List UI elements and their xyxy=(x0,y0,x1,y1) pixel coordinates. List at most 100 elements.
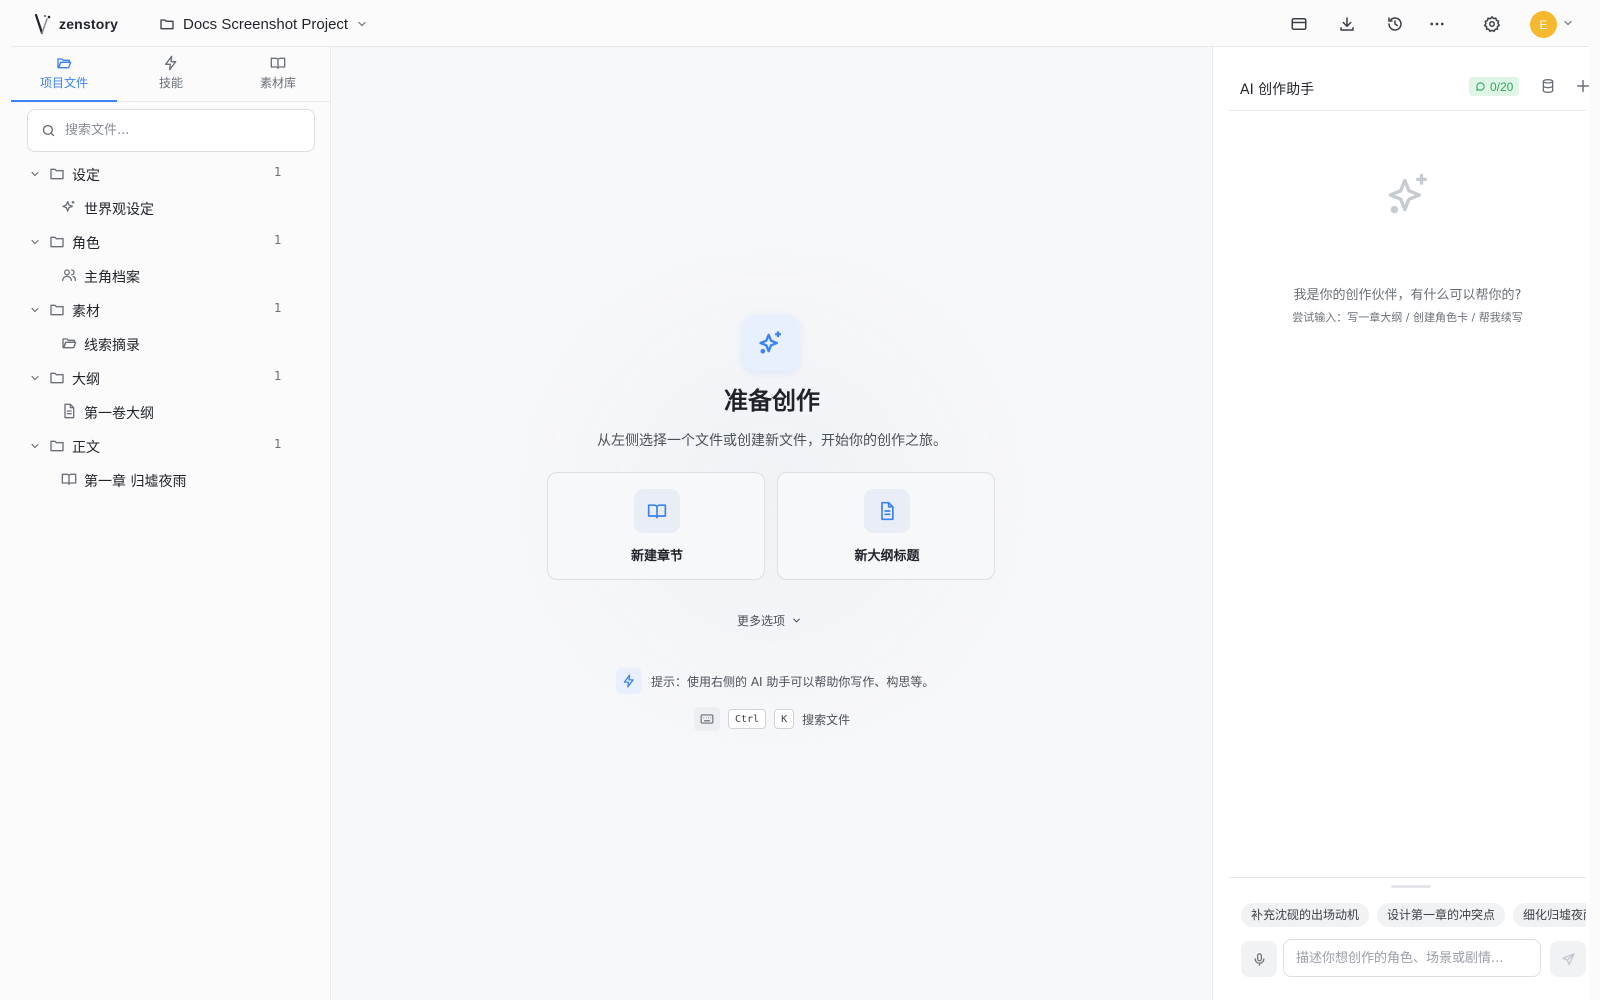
folder-row-outline[interactable]: 大纲 1 xyxy=(11,361,331,395)
empty-state-hint: 尝试输入：写一章大纲 / 创建角色卡 / 帮我续写 xyxy=(1292,311,1523,324)
folder-label: 设定 xyxy=(72,168,100,184)
microphone-button[interactable] xyxy=(1241,941,1277,977)
usage-badge: 0/20 xyxy=(1469,77,1520,96)
main-welcome-area: 准备创作 从左侧选择一个文件或创建新文件，开始你的创作之旅。 新建章节 新大纲标… xyxy=(332,47,1212,1000)
chevron-down-icon xyxy=(31,239,39,245)
folder-row-main-text[interactable]: 正文 1 xyxy=(11,429,331,463)
card-label: 新大纲标题 xyxy=(854,549,920,564)
kbd-ctrl: Ctrl xyxy=(728,709,767,729)
folder-icon xyxy=(159,16,175,32)
shortcut-label: 搜索文件 xyxy=(802,712,851,727)
assistant-title: AI 创作助手 xyxy=(1240,82,1315,98)
file-row-worldview[interactable]: 世界观设定 xyxy=(11,191,331,225)
logo[interactable]: zenstory xyxy=(33,13,118,35)
new-outline-title-button[interactable]: 新大纲标题 xyxy=(777,472,995,580)
suggestion-chips: 补充沈砚的出场动机设计第一章的冲突点细化归墟夜雨 xyxy=(1241,903,1586,927)
more-options-label: 更多选项 xyxy=(737,614,786,628)
download-icon xyxy=(1340,17,1354,31)
logo-mark-icon xyxy=(33,13,53,35)
history-icon xyxy=(1388,17,1402,31)
file-label: 主角档案 xyxy=(84,270,140,286)
new-chapter-button[interactable]: 新建章节 xyxy=(547,472,765,580)
folder-open-icon xyxy=(62,338,77,349)
file-label: 世界观设定 xyxy=(84,202,154,218)
project-name: Docs Screenshot Project xyxy=(183,15,349,33)
folder-label: 大纲 xyxy=(72,372,100,388)
layout-button[interactable] xyxy=(1287,12,1311,36)
users-icon xyxy=(62,269,76,281)
folder-label: 角色 xyxy=(72,236,100,252)
folder-row-materials[interactable]: 素材 1 xyxy=(11,293,331,327)
app-window: zenstory Docs Screenshot Project E 项目文件 … xyxy=(0,0,1600,1000)
card-label: 新建章节 xyxy=(630,549,683,564)
folder-icon xyxy=(50,168,64,180)
settings-button[interactable] xyxy=(1480,12,1504,36)
microphone-icon xyxy=(1254,952,1264,966)
suggestion-chip[interactable]: 设计第一章的冲突点 xyxy=(1377,903,1506,927)
new-chat-plus-icon[interactable] xyxy=(1575,78,1591,94)
tab-project-files[interactable]: 项目文件 xyxy=(11,55,117,102)
more-options-toggle[interactable]: 更多选项 xyxy=(737,612,802,629)
lightning-icon xyxy=(165,55,177,71)
history-button[interactable] xyxy=(1383,12,1407,36)
page-title: 准备创作 xyxy=(724,386,820,415)
folder-count: 1 xyxy=(274,437,282,451)
tab-material-library[interactable]: 素材库 xyxy=(225,55,331,101)
lightning-icon xyxy=(616,668,642,694)
file-label: 第一章 归墟夜雨 xyxy=(84,474,187,490)
file-label: 第一卷大纲 xyxy=(84,406,154,422)
chevron-down-icon xyxy=(793,618,800,623)
empty-sparkles-icon xyxy=(1384,170,1434,220)
chevron-down-icon xyxy=(356,18,368,30)
top-bar: zenstory Docs Screenshot Project xyxy=(11,0,1589,47)
folder-icon xyxy=(50,372,64,384)
keyboard-icon xyxy=(694,707,720,731)
file-row-volume-one-outline[interactable]: 第一卷大纲 xyxy=(11,395,331,429)
file-search[interactable] xyxy=(27,109,315,152)
chat-bubble-icon xyxy=(1476,82,1485,91)
chevron-down-icon xyxy=(31,375,39,381)
document-icon xyxy=(864,489,910,533)
folder-icon xyxy=(50,236,64,248)
folder-open-icon xyxy=(57,58,72,69)
folder-row-settings[interactable]: 设定 1 xyxy=(11,157,331,191)
send-button[interactable] xyxy=(1550,941,1586,977)
layout-icon xyxy=(1291,18,1307,30)
sidebar-tabs: 项目文件 技能 素材库 xyxy=(11,47,331,102)
folder-count: 1 xyxy=(274,369,282,383)
project-selector[interactable]: Docs Screenshot Project xyxy=(159,12,368,36)
suggestion-chip[interactable]: 细化归墟夜雨 xyxy=(1513,903,1586,927)
database-icon[interactable] xyxy=(1540,78,1556,94)
shortcut-hint: Ctrl K 搜索文件 xyxy=(694,707,850,731)
tip-text: 提示：使用右侧的 AI 助手可以帮助你写作、构思等。 xyxy=(651,674,935,689)
tab-label: 项目文件 xyxy=(39,76,88,90)
avatar[interactable]: E xyxy=(1530,11,1557,38)
chevron-down-icon xyxy=(31,443,39,449)
document-icon xyxy=(64,403,75,419)
kbd-k: K xyxy=(774,709,795,729)
chevron-down-icon xyxy=(31,307,39,313)
file-row-protagonist[interactable]: 主角档案 xyxy=(11,259,331,293)
search-input[interactable] xyxy=(65,123,285,138)
logo-text: zenstory xyxy=(59,16,119,32)
resize-handle[interactable] xyxy=(1391,885,1431,888)
book-icon xyxy=(634,489,680,533)
avatar-chevron-down-icon[interactable] xyxy=(1562,17,1574,29)
file-row-clue-excerpts[interactable]: 线索摘录 xyxy=(11,327,331,361)
tab-label: 素材库 xyxy=(259,76,296,90)
folder-row-characters[interactable]: 角色 1 xyxy=(11,225,331,259)
page-subtitle: 从左侧选择一个文件或创建新文件，开始你的创作之旅。 xyxy=(597,433,947,449)
folder-icon xyxy=(50,304,64,316)
file-label: 线索摘录 xyxy=(84,338,140,354)
folder-label: 素材 xyxy=(72,304,100,320)
usage-count: 0/20 xyxy=(1490,79,1514,94)
file-row-chapter-one[interactable]: 第一章 归墟夜雨 xyxy=(11,463,331,497)
more-button[interactable] xyxy=(1425,12,1449,36)
book-icon xyxy=(270,57,286,69)
download-button[interactable] xyxy=(1335,12,1359,36)
folder-count: 1 xyxy=(274,301,282,315)
tab-skills[interactable]: 技能 xyxy=(118,55,224,101)
suggestion-chip[interactable]: 补充沈砚的出场动机 xyxy=(1241,903,1370,927)
message-input[interactable] xyxy=(1283,939,1541,977)
search-icon xyxy=(42,124,55,137)
